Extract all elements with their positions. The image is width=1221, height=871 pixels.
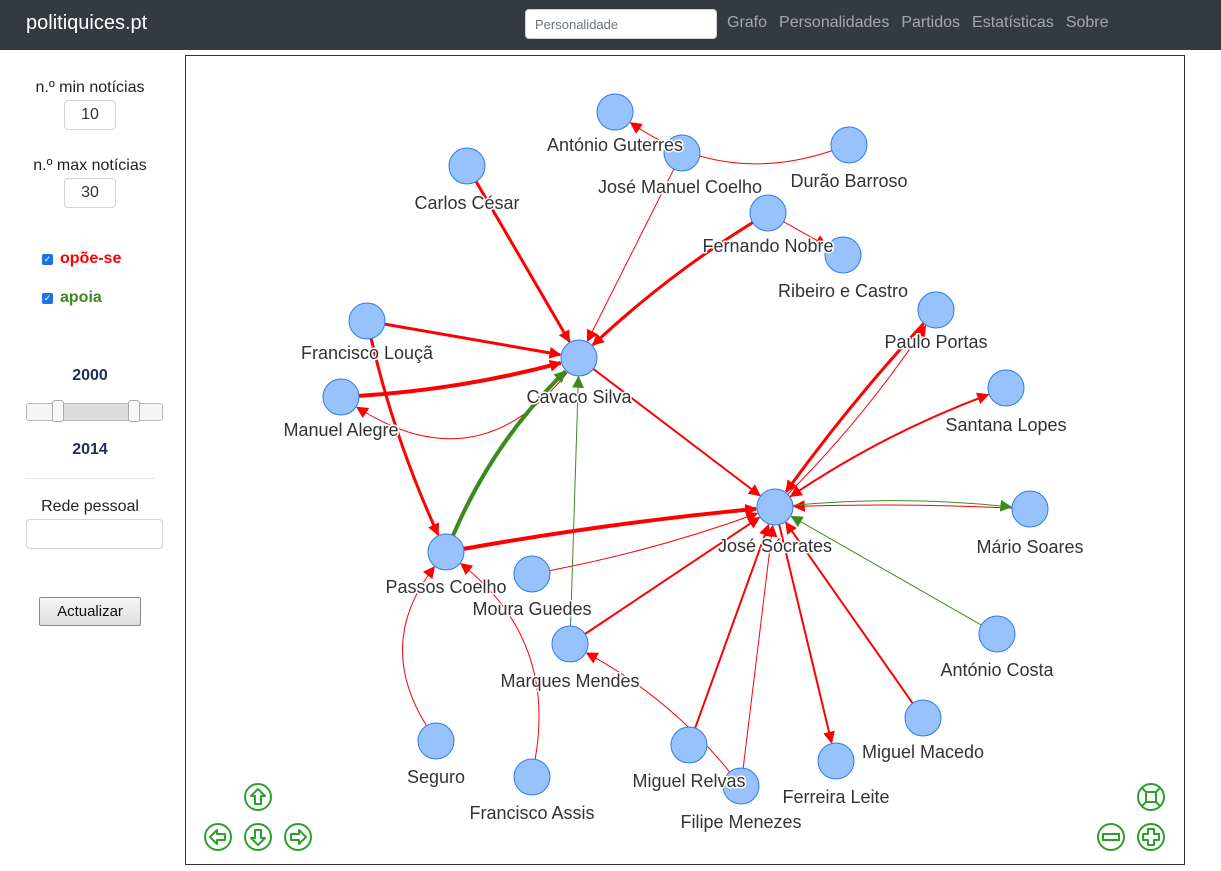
node-label: Carlos César <box>414 193 519 213</box>
graph-node-fa[interactable] <box>513 758 551 796</box>
graph-node-js[interactable] <box>756 488 794 526</box>
update-button[interactable]: Actualizar <box>39 597 141 626</box>
node-label: Francisco Louçã <box>301 343 434 363</box>
checkbox-checked-icon: ✓ <box>42 254 53 265</box>
node-label: António Guterres <box>547 135 683 155</box>
oppose-edge[interactable] <box>742 524 778 769</box>
oppose-edge[interactable] <box>778 524 835 744</box>
graph-node-cc[interactable] <box>448 147 486 185</box>
node-label: Miguel Relvas <box>632 771 745 791</box>
support-checkbox[interactable]: ✓ apoia <box>42 289 102 307</box>
year-end: 2014 <box>72 441 108 458</box>
support-edge[interactable] <box>570 375 585 627</box>
sidebar: n.º min notícias n.º max notícias ✓ opõe-… <box>0 50 180 871</box>
fit-icon[interactable] <box>1136 782 1166 812</box>
graph-node-seg[interactable] <box>417 722 455 760</box>
arrow-down-icon[interactable] <box>243 822 273 852</box>
network-graph[interactable]: António Guterres José Manuel Coelho Durão … <box>185 55 1185 865</box>
personal-network-input[interactable] <box>26 519 163 549</box>
year-start: 2000 <box>72 367 108 384</box>
graph-node-fn[interactable] <box>749 194 787 232</box>
graph-node-fle[interactable] <box>817 742 855 780</box>
node-label: Paulo Portas <box>884 332 987 352</box>
graph-node-mg[interactable] <box>513 555 551 593</box>
node-label: Filipe Menezes <box>680 812 801 832</box>
node-label: Seguro <box>407 767 465 787</box>
node-label: Cavaco Silva <box>526 387 632 407</box>
graph-node-pp[interactable] <box>917 291 955 329</box>
oppose-label: opõe-se <box>60 250 122 267</box>
graph-node-mm[interactable] <box>551 625 589 663</box>
graph-node-db[interactable] <box>830 126 868 164</box>
graph-canvas[interactable]: António Guterres José Manuel Coelho Durão … <box>186 56 1185 865</box>
top-navbar: politiquices.pt Grafo Personalidades Parti… <box>0 0 1221 50</box>
node-label: Miguel Macedo <box>862 742 984 762</box>
personal-network-label: Rede pessoal <box>41 498 139 515</box>
node-label: Ferreira Leite <box>782 787 889 807</box>
slider-range <box>58 404 134 420</box>
nav-link-estatisticas[interactable]: Estatísticas <box>972 14 1054 31</box>
oppose-checkbox[interactable]: ✓ opõe-se <box>42 250 121 268</box>
node-label: José Sócrates <box>718 536 832 556</box>
graph-node-ms[interactable] <box>1011 490 1049 528</box>
slider-handle-end[interactable] <box>128 400 140 422</box>
divider <box>26 478 155 479</box>
min-news-label: n.º min notícias <box>35 79 145 96</box>
oppose-edge[interactable] <box>792 500 1013 513</box>
node-label: Moura Guedes <box>472 599 591 619</box>
arrow-right-icon[interactable] <box>283 822 313 852</box>
graph-node-cs[interactable] <box>560 339 598 377</box>
brand-logo[interactable]: politiquices.pt <box>26 12 147 35</box>
zoom-out-icon[interactable] <box>1096 822 1126 852</box>
graph-node-ag[interactable] <box>596 93 634 131</box>
node-label: Manuel Alegre <box>283 420 398 440</box>
support-label: apoia <box>60 289 102 306</box>
nav-link-sobre[interactable]: Sobre <box>1066 14 1109 31</box>
zoom-in-icon[interactable] <box>1136 822 1166 852</box>
graph-node-mmac[interactable] <box>904 699 942 737</box>
slider-handle-start[interactable] <box>52 400 64 422</box>
node-label: Francisco Assis <box>469 803 594 823</box>
graph-node-pc[interactable] <box>427 533 465 571</box>
node-label: António Costa <box>940 660 1054 680</box>
node-label: Durão Barroso <box>790 171 907 191</box>
node-label: Ribeiro e Castro <box>778 281 908 301</box>
nav-links: Grafo Personalidades Partidos Estatísticas S… <box>727 14 1121 32</box>
year-range-slider[interactable] <box>26 400 163 422</box>
edges-layer <box>355 122 1013 773</box>
search-input[interactable] <box>525 9 717 39</box>
node-label: Mário Soares <box>976 537 1083 557</box>
node-label: Marques Mendes <box>500 671 639 691</box>
nav-link-partidos[interactable]: Partidos <box>901 14 960 31</box>
nav-link-grafo[interactable]: Grafo <box>727 14 767 31</box>
node-label: José Manuel Coelho <box>598 177 762 197</box>
graph-node-ac[interactable] <box>978 615 1016 653</box>
nav-link-personalidades[interactable]: Personalidades <box>779 14 889 31</box>
arrow-up-icon[interactable] <box>243 782 273 812</box>
graph-node-mr[interactable] <box>670 726 708 764</box>
node-label: Passos Coelho <box>385 577 506 597</box>
max-news-label: n.º max notícias <box>33 157 147 174</box>
node-label: Santana Lopes <box>945 415 1066 435</box>
checkbox-checked-icon: ✓ <box>42 293 53 304</box>
arrow-left-icon[interactable] <box>203 822 233 852</box>
node-label: Fernando Nobre <box>702 236 833 256</box>
graph-node-fl[interactable] <box>348 302 386 340</box>
graph-node-ma[interactable] <box>322 378 360 416</box>
max-news-input[interactable] <box>64 178 116 208</box>
min-news-input[interactable] <box>64 100 116 130</box>
graph-node-sl[interactable] <box>987 369 1025 407</box>
